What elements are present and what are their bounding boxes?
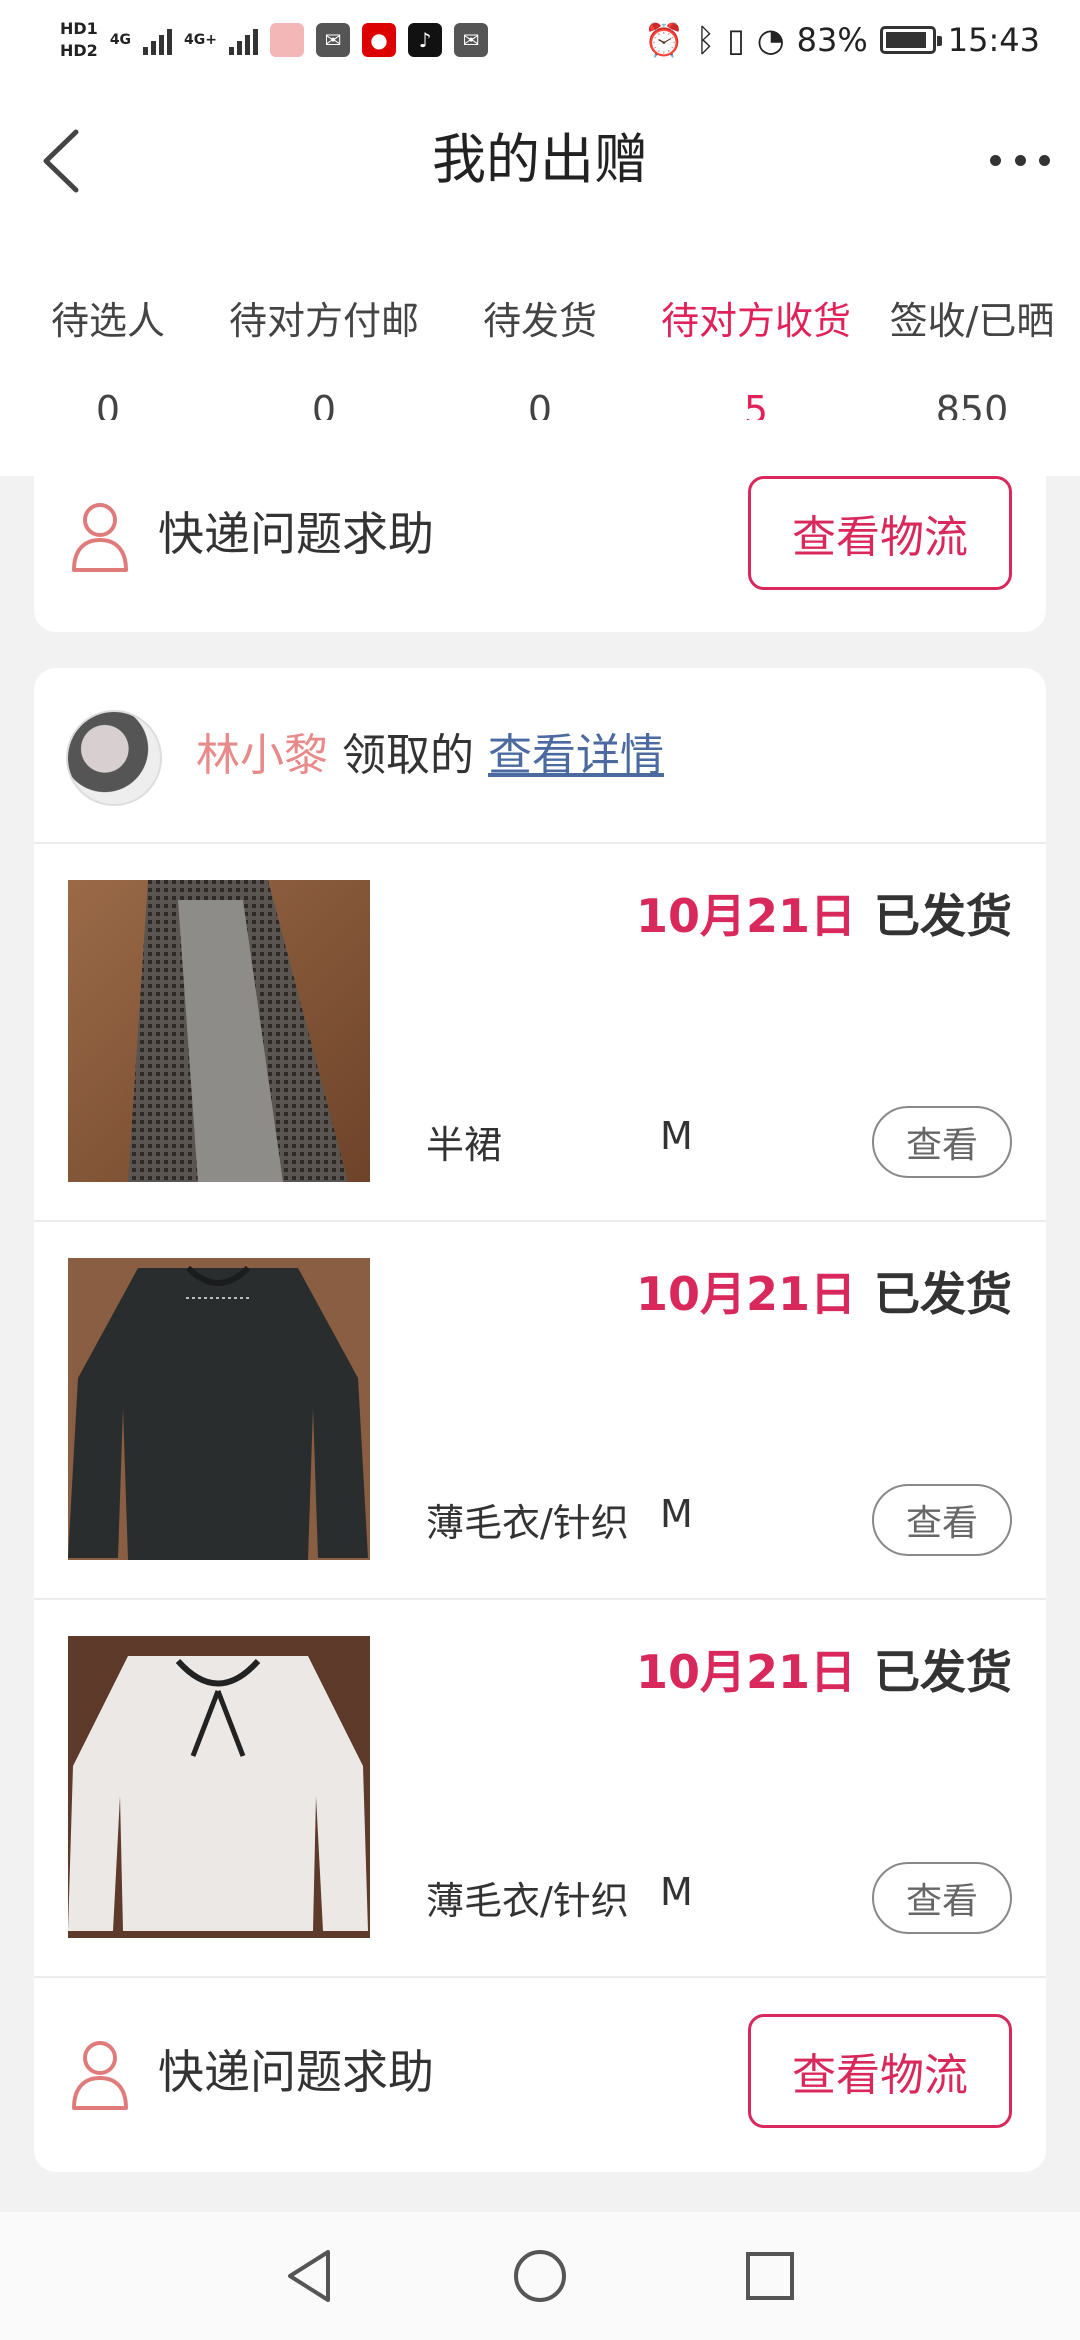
person-icon [72, 2041, 128, 2110]
ship-status: 已发货 [874, 1267, 1012, 1321]
page-title: 我的出赠 [432, 128, 648, 191]
item-category: 薄毛衣/针织 [426, 1879, 629, 1923]
list-item: 10月21日 已发货 薄毛衣/针织 M 查看 [34, 1222, 1046, 1600]
message-icon: ✉ [316, 23, 351, 57]
order-card: 林小黎 领取的 查看详情 10月21日 已发货 半裙 M 查看 10月21日 已… [34, 668, 1046, 2172]
receiver-line: 林小黎 领取的 查看详情 [196, 720, 664, 792]
message-icon-2: ✉ [454, 23, 489, 57]
vibrate-icon: ▯ [727, 21, 745, 59]
item-size: M [660, 1870, 693, 1914]
bluetooth-icon: ᛒ [695, 21, 716, 59]
item-category: 薄毛衣/针织 [426, 1501, 629, 1545]
view-item-button[interactable]: 查看 [872, 1484, 1012, 1556]
tab-label: 待发货 [482, 299, 597, 343]
ship-status: 已发货 [874, 889, 1012, 943]
person-icon [72, 503, 128, 572]
skirt-photo [68, 880, 370, 1182]
date-text: 10月21日 [635, 889, 856, 943]
sweater-photo [68, 1636, 370, 1938]
item-size: M [660, 1114, 693, 1158]
battery-icon [879, 26, 942, 54]
hd2-label: HD2 [60, 41, 98, 60]
battery-percent: 83% [796, 21, 868, 59]
avatar[interactable] [66, 710, 162, 806]
tab-label: 签收/已晒 [889, 299, 1055, 343]
more-dots-icon[interactable] [990, 140, 1050, 180]
view-logistics-button[interactable]: 查看物流 [748, 476, 1012, 590]
item-size: M [660, 1492, 693, 1536]
ship-date: 10月21日 已发货 [636, 880, 1012, 946]
home-circle-icon[interactable] [510, 2246, 570, 2306]
view-logistics-button[interactable]: 查看物流 [748, 2014, 1012, 2128]
network-type-2: 4G+ [184, 32, 218, 48]
back-triangle-icon[interactable] [280, 2246, 340, 2306]
receiver-suffix: 领取的 [342, 730, 474, 781]
list-item: 10月21日 已发货 薄毛衣/针织 M 查看 [34, 1600, 1046, 1978]
date-text: 10月21日 [635, 1267, 856, 1321]
tab-label: 待对方付邮 [228, 299, 419, 343]
courier-help-link[interactable]: 快递问题求助 [158, 502, 434, 566]
receiver-name[interactable]: 林小黎 [196, 730, 328, 781]
ship-status: 已发货 [874, 1645, 1012, 1699]
tiktok-icon: ♪ [408, 23, 443, 57]
list-item: 10月21日 已发货 半裙 M 查看 [34, 844, 1046, 1222]
nav-header: 我的出赠 [0, 80, 1080, 240]
sweater-photo [68, 1258, 370, 1560]
alarm-icon: ⏰ [644, 21, 684, 59]
system-nav-bar [0, 2212, 1080, 2340]
item-category: 半裙 [426, 1123, 503, 1167]
date-text: 10月21日 [635, 1645, 856, 1699]
tab-label: 待对方收货 [660, 299, 851, 343]
recents-square-icon[interactable] [740, 2246, 800, 2306]
network-type-1: 4G [109, 32, 132, 48]
order-card-previous: 快递问题求助 查看物流 [34, 420, 1046, 632]
receiver-row: 林小黎 领取的 查看详情 [34, 668, 1046, 844]
record-icon: ● [362, 23, 397, 57]
signal-icon [143, 25, 173, 55]
view-item-button[interactable]: 查看 [872, 1862, 1012, 1934]
tab-label: 待选人 [50, 299, 165, 343]
status-right: ⏰ ᛒ ▯ ◔ 83% 15:43 [644, 21, 1040, 59]
status-bar: HD1 HD2 4G 4G+ ✉ ● ♪ ✉ ⏰ ᛒ ▯ ◔ 83% 15:43 [0, 0, 1080, 80]
app-notification-icon [270, 23, 305, 57]
ship-date: 10月21日 已发货 [636, 1636, 1012, 1702]
clock: 15:43 [947, 21, 1040, 59]
battery-saver-icon: ◔ [756, 21, 785, 59]
hd1-label: HD1 [60, 19, 98, 38]
signal-icon-2 [229, 25, 259, 55]
view-item-button[interactable]: 查看 [872, 1106, 1012, 1178]
hd-indicator: HD1 HD2 [60, 18, 98, 62]
ship-date: 10月21日 已发货 [636, 1258, 1012, 1324]
courier-help-link[interactable]: 快递问题求助 [158, 2040, 434, 2104]
status-left: HD1 HD2 4G 4G+ ✉ ● ♪ ✉ [60, 18, 489, 62]
view-details-link[interactable]: 查看详情 [488, 730, 664, 781]
